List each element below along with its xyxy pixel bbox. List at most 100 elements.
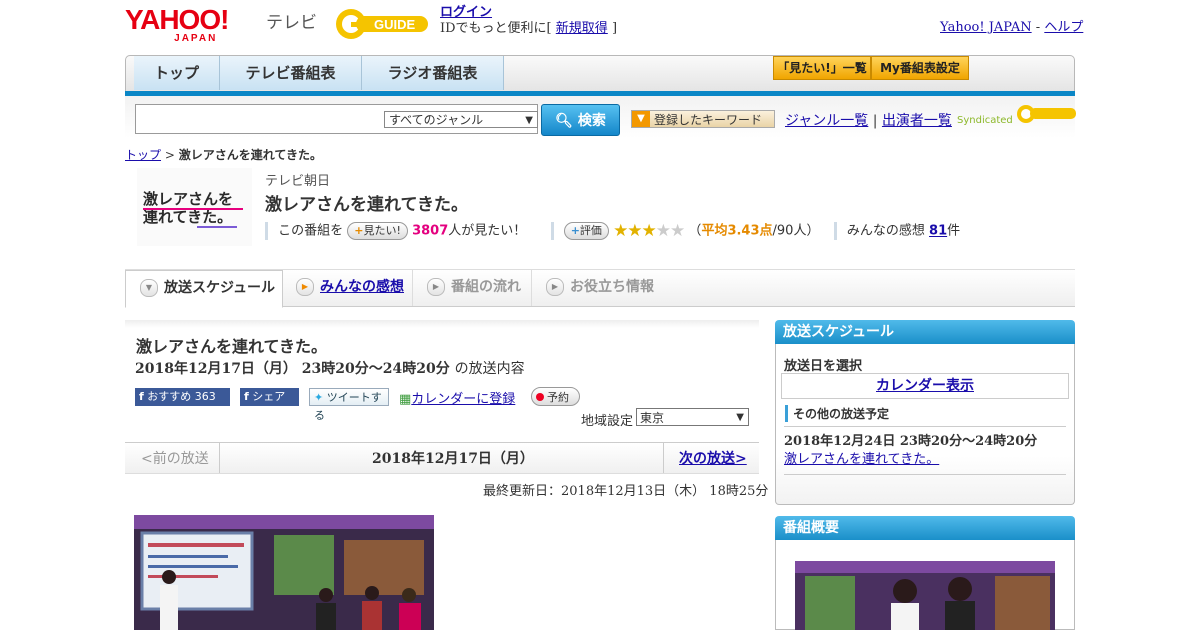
registered-keyword-label: 登録したキーワード	[654, 113, 763, 127]
previous-broadcast-link[interactable]: <前の放送	[141, 448, 209, 468]
broadcast-title: 激レアさんを連れてきた。	[136, 337, 328, 356]
program-subtabs: ▼ 放送スケジュール ▶ みんなの感想 ▶ 番組の流れ ▶ お役立ち情報	[125, 269, 1075, 308]
region-select-value: 東京	[640, 411, 665, 425]
star-empty-icons: ★★	[655, 221, 686, 241]
yahoo-japan-logo[interactable]: YAHOO! JAPAN	[125, 4, 229, 44]
panel-top-shade	[125, 320, 759, 328]
review-prefix: みんなの感想	[846, 223, 925, 239]
want-button-label: 見たい!	[363, 224, 401, 237]
nav-tab-tv-schedule[interactable]: テレビ番組表	[220, 56, 362, 90]
program-stats: この番組を +見たい! 3807人が見たい！ +評価 ★★★★★ （平均3.43…	[265, 221, 960, 241]
header-links: Yahoo! JAPAN - ヘルプ	[940, 16, 1083, 35]
divider	[784, 474, 1066, 475]
stat-divider	[833, 222, 837, 240]
calendar-view-link[interactable]: カレンダー表示	[781, 373, 1069, 399]
region-label: 地域設定	[581, 414, 634, 429]
broadcast-datetime-value: 2018年12月17日（月） 23時20分～24時20分	[135, 361, 450, 377]
rate-button-label: 評価	[579, 224, 602, 237]
yahoo-logo-text: YAHOO!	[125, 4, 229, 35]
review-count-link[interactable]: 81	[929, 224, 947, 239]
tab-arrow-icon: ▶	[546, 278, 564, 296]
tab-useful-info[interactable]: ▶ お役立ち情報	[532, 270, 667, 306]
broadcast-datetime: 2018年12月17日（月） 23時20分～24時20分 の放送内容	[135, 358, 525, 378]
calendar-icon: ▦	[399, 392, 412, 407]
reserve-recording-button[interactable]: 予約	[531, 387, 580, 406]
search-button-label: 検索	[577, 113, 606, 129]
tweet-button[interactable]: ✦ ツイートする	[309, 388, 389, 422]
nav-tab-radio-schedule[interactable]: ラジオ番組表	[362, 56, 504, 90]
plus-icon: +	[354, 224, 364, 237]
tab-reviews[interactable]: ▶ みんなの感想	[282, 270, 413, 306]
link-separator: |	[872, 113, 878, 129]
genre-select[interactable]: すべてのジャンル ▼	[384, 111, 538, 128]
review-suffix: 件	[947, 223, 961, 239]
next-broadcast-link[interactable]: 次の放送>	[679, 448, 747, 468]
login-area: ログイン IDでもっと便利に[ 新規取得 ]	[440, 5, 617, 37]
tab-program-flow[interactable]: ▶ 番組の流れ	[413, 270, 532, 306]
login-link[interactable]: ログイン	[440, 5, 492, 20]
performer-list-link[interactable]: 出演者一覧	[882, 113, 952, 129]
watchlist-button[interactable]: 「見たい!」一覧	[773, 56, 871, 80]
program-summary-image	[795, 561, 1055, 630]
other-broadcasts-label: その他の放送予定	[785, 405, 889, 422]
my-schedule-settings-button[interactable]: My番組表設定	[871, 56, 969, 80]
tweet-label: ツイートする	[314, 391, 382, 422]
want-prefix: この番組を	[278, 223, 344, 239]
rating-open: （	[688, 223, 702, 239]
station-name: テレビ朝日	[265, 174, 331, 189]
facebook-share-button[interactable]: f シェア	[240, 388, 299, 406]
tv-service-label: テレビ	[266, 13, 317, 33]
sidebar-schedule-heading: 放送スケジュール	[775, 320, 1075, 344]
help-link[interactable]: ヘルプ	[1044, 20, 1083, 35]
rating-average: 平均3.43点	[701, 223, 773, 239]
tab-arrow-icon: ▶	[296, 278, 314, 296]
breadcrumb-top-link[interactable]: トップ	[125, 148, 161, 162]
tab-label: お役立ち情報	[570, 279, 654, 295]
search-icon: 🔍︎	[555, 113, 573, 129]
registered-keyword-button[interactable]: ▼ 登録したキーワード	[631, 110, 775, 128]
gguide-small-logo	[1016, 105, 1076, 123]
stat-divider	[550, 222, 554, 240]
record-dot-icon	[536, 393, 544, 401]
breadcrumb: トップ > 激レアさんを連れてきた。	[125, 146, 322, 163]
broadcast-datetime-suffix: の放送内容	[454, 361, 525, 377]
stat-divider	[265, 222, 268, 240]
want-count: 3807	[412, 223, 449, 239]
header-link-separator: -	[1035, 20, 1041, 35]
want-to-watch-button[interactable]: +見たい!	[347, 222, 408, 240]
gguide-logo[interactable]: GUIDE	[334, 6, 430, 42]
rating-stars: ★★★★★	[613, 221, 686, 241]
select-date-label: 放送日を選択	[784, 359, 863, 374]
nav-tab-top[interactable]: トップ	[134, 56, 220, 90]
tab-broadcast-schedule[interactable]: ▼ 放送スケジュール	[125, 270, 283, 308]
facebook-icon: f	[139, 390, 144, 403]
reserve-label: 予約	[547, 391, 569, 404]
syndicated-gguide-badge: Syndicated	[957, 103, 1078, 126]
divider	[784, 426, 1066, 427]
facebook-icon: f	[244, 390, 249, 403]
id-prompt-suffix: ]	[611, 21, 618, 36]
current-broadcast-date: 2018年12月17日（月）	[372, 451, 534, 467]
plus-icon: +	[570, 224, 580, 237]
other-broadcast-date: 2018年12月24日 23時20分～24時20分	[784, 434, 1038, 449]
twitter-bird-icon: ✦	[314, 391, 324, 404]
other-broadcast-link[interactable]: 激レアさんを連れてきた。	[784, 448, 939, 467]
tab-arrow-icon: ▶	[427, 278, 445, 296]
thumbnail-title-line1: 激レアさんを	[143, 190, 233, 208]
yahoo-japan-link[interactable]: Yahoo! JAPAN	[940, 20, 1032, 35]
tab-arrow-icon: ▼	[140, 279, 158, 297]
last-updated: 最終更新日：2018年12月13日（木） 18時25分	[483, 484, 769, 499]
tab-label: 放送スケジュール	[164, 280, 276, 296]
search-button[interactable]: 🔍︎ 検索	[541, 104, 620, 136]
program-thumbnail: 激レアさんを 連れてきた。	[137, 168, 252, 246]
region-select[interactable]: 東京 ▼	[636, 408, 749, 426]
genre-list-link[interactable]: ジャンル一覧	[785, 113, 868, 129]
gguide-logo-text: GUIDE	[374, 17, 416, 32]
calendar-register-link[interactable]: カレンダーに登録	[411, 392, 515, 407]
rate-button[interactable]: +評価	[563, 222, 609, 240]
tab-label: みんなの感想	[320, 279, 404, 295]
facebook-recommend-button[interactable]: f おすすめ 363	[135, 388, 230, 406]
calendar-register[interactable]: ▦カレンダーに登録	[399, 388, 515, 407]
signup-link[interactable]: 新規取得	[556, 21, 608, 36]
star-filled-icons: ★★★	[613, 221, 657, 241]
